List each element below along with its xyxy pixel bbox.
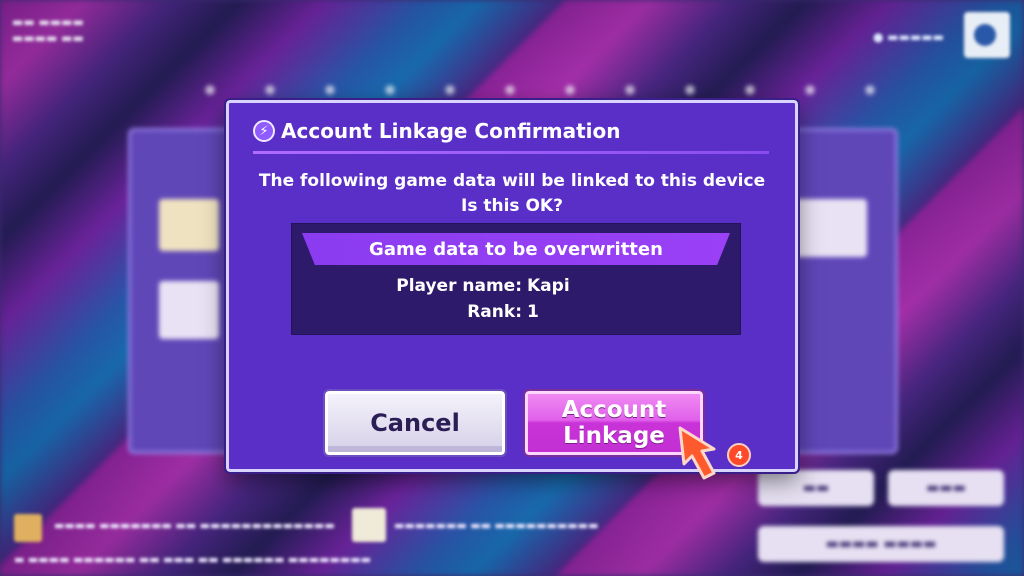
footer-logo-icon bbox=[352, 508, 386, 542]
account-linkage-label-line1: Account bbox=[561, 397, 667, 423]
background-light-dots bbox=[180, 80, 900, 100]
rank-label: Rank: bbox=[467, 302, 522, 322]
dialog-title-text: Account Linkage Confirmation bbox=[281, 119, 621, 143]
corner-button[interactable] bbox=[964, 12, 1010, 58]
background-button: ▬▬▬ bbox=[888, 470, 1004, 506]
version-info: ▬▬ ▬▬▬▬ ▬▬▬▬ ▬▬ bbox=[12, 15, 84, 45]
corner-button-icon bbox=[974, 24, 996, 46]
background-button: ▬▬▬▬ ▬▬▬▬ bbox=[758, 526, 1004, 562]
player-name-value: Kapi bbox=[527, 276, 570, 296]
account-linkage-label-line2: Linkage bbox=[563, 423, 665, 449]
rank-row: Rank: 1 bbox=[292, 302, 740, 326]
title-divider bbox=[253, 151, 769, 154]
footer-license-text: ▬▬▬▬ ▬▬▬▬▬▬▬ ▬▬ ▬▬▬▬▬▬▬▬▬▬▬▬▬ bbox=[54, 519, 335, 532]
game-data-box: Game data to be overwritten Player name:… bbox=[291, 223, 741, 335]
confirmation-message: The following game data will be linked t… bbox=[229, 169, 795, 219]
background-tile bbox=[159, 281, 219, 339]
footer-license-text: ▬▬▬▬▬▬▬ ▬▬ ▬▬▬▬▬▬▬▬▬▬ bbox=[394, 519, 599, 532]
footer-logo-icon bbox=[14, 514, 42, 542]
message-line-1: The following game data will be linked t… bbox=[258, 171, 766, 191]
cancel-button[interactable]: Cancel bbox=[323, 389, 507, 457]
player-name-label: Player name: bbox=[396, 276, 522, 296]
account-linkage-dialog: ⚡ Account Linkage Confirmation The follo… bbox=[224, 98, 800, 474]
blurred-header-link: ● ▬▬▬▬▬ bbox=[873, 30, 944, 44]
step-badge: 4 bbox=[727, 443, 751, 467]
message-line-2: Is this OK? bbox=[461, 196, 563, 216]
tap-pointer-icon bbox=[678, 426, 716, 480]
background-tile bbox=[159, 199, 219, 251]
lightning-bolt-icon: ⚡ bbox=[253, 120, 275, 142]
player-name-row: Player name: Kapi bbox=[292, 276, 740, 300]
dialog-title: ⚡ Account Linkage Confirmation bbox=[253, 119, 620, 143]
rank-value: 1 bbox=[527, 302, 539, 322]
game-data-header: Game data to be overwritten bbox=[302, 233, 730, 265]
footer-copyright-text: ▬ ▬▬▬▬ ▬▬▬▬▬▬ ▬▬ ▬▬▬ ▬▬ ▬▬▬▬▬▬ ▬▬▬▬▬▬▬▬ bbox=[14, 553, 372, 566]
background-button: ▬▬ bbox=[758, 470, 874, 506]
